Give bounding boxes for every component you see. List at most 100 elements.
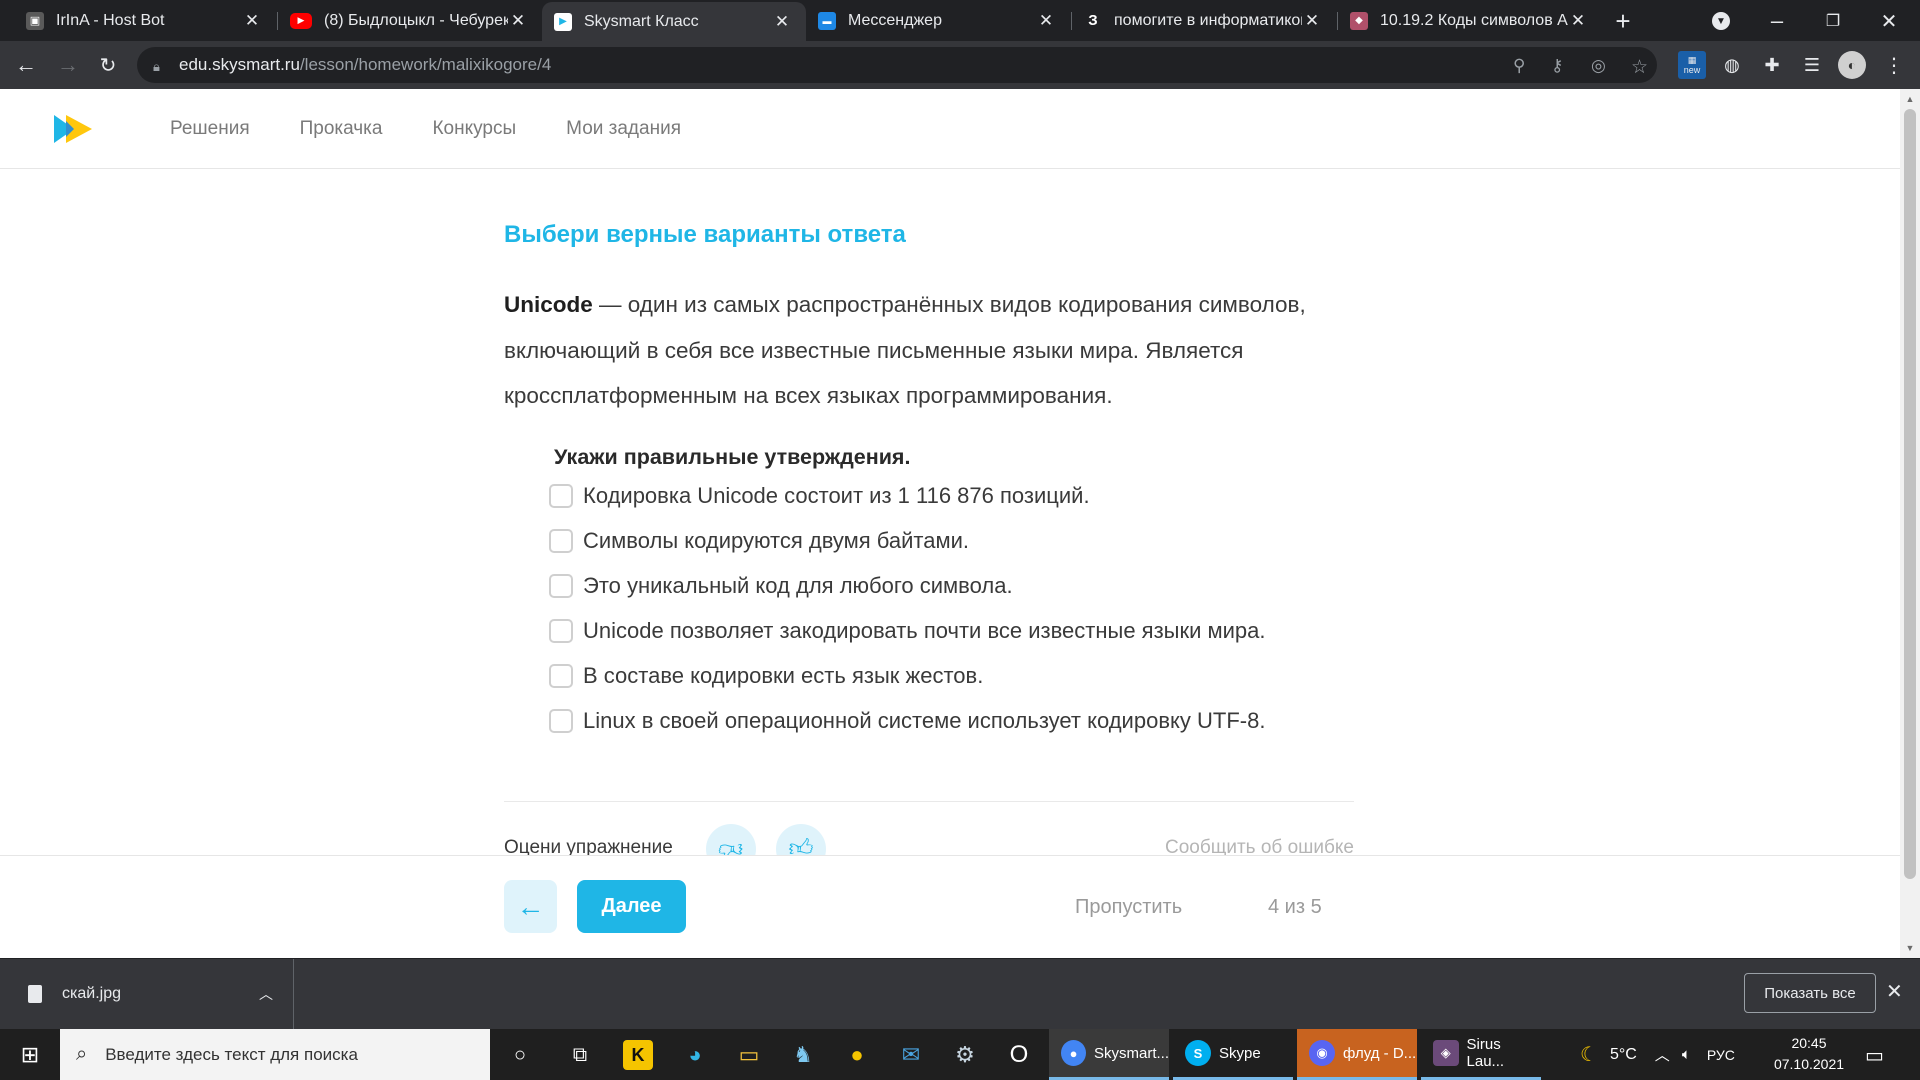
site-header: Решения Прокачка Конкурсы Мои задания <box>0 89 1900 169</box>
answer-option-label: Кодировка Unicode состоит из 1 116 876 п… <box>583 483 1090 508</box>
scroll-up-arrow-icon[interactable]: ▲ <box>1900 91 1920 107</box>
edge-icon[interactable]: ◕ <box>677 1037 713 1073</box>
answer-checkbox[interactable] <box>549 574 573 598</box>
close-icon[interactable]: ✕ <box>1568 11 1588 31</box>
nav-contests[interactable]: Конкурсы <box>432 118 516 140</box>
answer-option[interactable]: Linux в своей операционной системе испол… <box>549 706 1265 736</box>
close-icon[interactable]: ✕ <box>1302 11 1322 31</box>
show-all-downloads-button[interactable]: Показать все <box>1744 973 1876 1013</box>
close-icon[interactable]: ✕ <box>1036 11 1056 31</box>
volume-icon[interactable]: 🔈︎ <box>1682 1046 1691 1063</box>
taskbar-app-chrome[interactable]: ● Skysmart... <box>1049 1029 1169 1080</box>
answer-option[interactable]: Кодировка Unicode состоит из 1 116 876 п… <box>549 481 1090 511</box>
messenger-icon: ▬ <box>818 11 836 30</box>
tab-host-bot[interactable]: ▣ IrInA - Host Bot ✕ <box>0 0 276 41</box>
back-arrow-icon[interactable]: ← <box>10 49 42 81</box>
intro-text: — один из самых распространённых видов к… <box>504 292 1306 408</box>
file-explorer-icon[interactable]: ▭ <box>731 1037 767 1073</box>
chevron-up-icon[interactable]: ︿ <box>1655 1044 1670 1065</box>
kinopoisk-icon[interactable]: K <box>623 1040 653 1070</box>
chevron-up-icon[interactable]: ︿ <box>259 984 273 1004</box>
address-bar[interactable]: 🔒︎ edu.skysmart.ru/lesson/homework/malix… <box>137 47 1657 83</box>
chrome-menu-icon[interactable]: ⋮ <box>1880 51 1908 79</box>
extension-new-icon[interactable]: ▦ new <box>1678 51 1706 79</box>
tab-search-icon[interactable]: ▼ <box>1706 6 1736 36</box>
skysmart-favicon: ▶ <box>554 12 572 31</box>
section-divider <box>504 801 1354 802</box>
answer-checkbox[interactable] <box>549 529 573 553</box>
taskbar-app-sirus[interactable]: ◈ Sirus Lau... <box>1421 1029 1541 1080</box>
back-button[interactable]: ← <box>504 880 557 933</box>
answer-option[interactable]: Unicode позволяет закодировать почти все… <box>549 616 1266 646</box>
next-button[interactable]: Далее <box>577 880 686 933</box>
tab-znanija[interactable]: З помогите в информатикой ✕ <box>1072 0 1336 41</box>
nav-boost[interactable]: Прокачка <box>300 118 383 140</box>
youtube-icon: ▶ <box>290 12 312 29</box>
answer-checkbox[interactable] <box>549 484 573 508</box>
close-icon[interactable]: ✕ <box>1886 979 1903 1004</box>
nav-solutions[interactable]: Решения <box>170 118 250 140</box>
taskbar-search-box[interactable]: ⌕ Введите здесь текст для поиска <box>60 1029 490 1080</box>
browser-tab-strip: ▣ IrInA - Host Bot ✕ ▶ (8) Быдлоцыкл - Ч… <box>0 0 1920 41</box>
globe-extension-icon[interactable]: ◍ <box>1718 51 1746 79</box>
close-icon[interactable]: ✕ <box>508 11 528 31</box>
tab-youtube[interactable]: ▶ (8) Быдлоцыкл - Чебуреки ✕ <box>278 0 542 41</box>
vpn-app-icon[interactable]: ♞ <box>785 1037 821 1073</box>
forward-arrow-icon[interactable]: → <box>52 49 84 81</box>
tab-messenger[interactable]: ▬ Мессенджер ✕ <box>806 0 1070 41</box>
opera-icon[interactable]: O <box>1001 1037 1037 1073</box>
nav-my-tasks[interactable]: Мои задания <box>566 118 681 140</box>
window-close-button[interactable]: ✕ <box>1874 6 1904 36</box>
profile-avatar[interactable]: ◐ <box>1838 51 1866 79</box>
skype-icon: S <box>1185 1040 1211 1066</box>
tab-ascii-codes[interactable]: ◆ 10.19.2 Коды символов ASCII ✕ <box>1338 0 1602 41</box>
yellow-app-icon[interactable]: ● <box>839 1037 875 1073</box>
taskbar-app-label: флуд - D... <box>1343 1044 1417 1062</box>
url-host: edu.skysmart.ru <box>179 55 300 74</box>
windows-start-icon[interactable]: ⊞ <box>10 1041 50 1069</box>
key-icon[interactable]: ⚷ <box>1551 56 1563 76</box>
reading-list-icon[interactable]: ☰ <box>1798 51 1826 79</box>
minimize-button[interactable]: – <box>1762 6 1792 36</box>
download-item[interactable]: скай.jpg ︿ <box>0 959 294 1029</box>
notification-icon[interactable]: ▭ <box>1865 1043 1884 1068</box>
scroll-down-arrow-icon[interactable]: ▼ <box>1900 940 1920 956</box>
cortana-icon[interactable]: ○ <box>502 1037 538 1073</box>
close-icon[interactable]: ✕ <box>772 12 792 32</box>
taskbar-app-label: Skype <box>1219 1044 1261 1062</box>
download-shelf: скай.jpg ︿ Показать все ✕ <box>0 958 1920 1029</box>
skysmart-logo[interactable] <box>52 113 94 145</box>
answer-checkbox[interactable] <box>549 709 573 733</box>
close-icon[interactable]: ✕ <box>242 11 262 31</box>
system-clock[interactable]: 20:45 07.10.2021 <box>1772 1033 1846 1075</box>
location-pin-icon[interactable]: ⚲ <box>1513 56 1525 76</box>
answer-option[interactable]: Это уникальный код для любого символа. <box>549 571 1013 601</box>
mail-icon[interactable]: ✉ <box>893 1037 929 1073</box>
bookmark-star-icon[interactable]: ☆ <box>1631 56 1648 79</box>
tab-skysmart[interactable]: ▶ Skysmart Класс ✕ <box>542 2 806 41</box>
task-view-icon[interactable]: ⧉ <box>562 1037 598 1073</box>
taskbar-app-discord[interactable]: ◉ флуд - D... <box>1297 1029 1417 1080</box>
answer-checkbox[interactable] <box>549 619 573 643</box>
taskbar-search-placeholder: Введите здесь текст для поиска <box>105 1044 358 1064</box>
answer-checkbox[interactable] <box>549 664 573 688</box>
restore-button[interactable]: ❐ <box>1818 6 1848 36</box>
discord-icon: ◉ <box>1309 1040 1335 1066</box>
answer-option[interactable]: Символы кодируются двумя байтами. <box>549 526 969 556</box>
input-language[interactable]: РУС <box>1707 1047 1735 1063</box>
answer-option-label: Unicode позволяет закодировать почти все… <box>583 618 1266 643</box>
reload-icon[interactable]: ↻ <box>92 49 124 81</box>
taskbar-app-skype[interactable]: S Skype <box>1173 1029 1293 1080</box>
steam-icon[interactable]: ⚙ <box>947 1037 983 1073</box>
extensions-puzzle-icon[interactable]: ✚ <box>1758 51 1786 79</box>
scroll-thumb[interactable] <box>1904 109 1916 879</box>
chrome-icon: ● <box>1061 1040 1086 1066</box>
answer-option[interactable]: В составе кодировки есть язык жестов. <box>549 661 983 691</box>
eye-off-icon[interactable]: ◎ <box>1591 56 1606 76</box>
progress-counter: 4 из 5 <box>1268 896 1322 918</box>
moon-weather-icon[interactable]: ☾ <box>1580 1042 1598 1067</box>
weather-temperature[interactable]: 5°C <box>1610 1046 1637 1064</box>
new-tab-button[interactable]: + <box>1608 6 1638 36</box>
page-scrollbar[interactable]: ▲ ▼ <box>1900 89 1920 958</box>
skip-button[interactable]: Пропустить <box>1075 896 1182 919</box>
